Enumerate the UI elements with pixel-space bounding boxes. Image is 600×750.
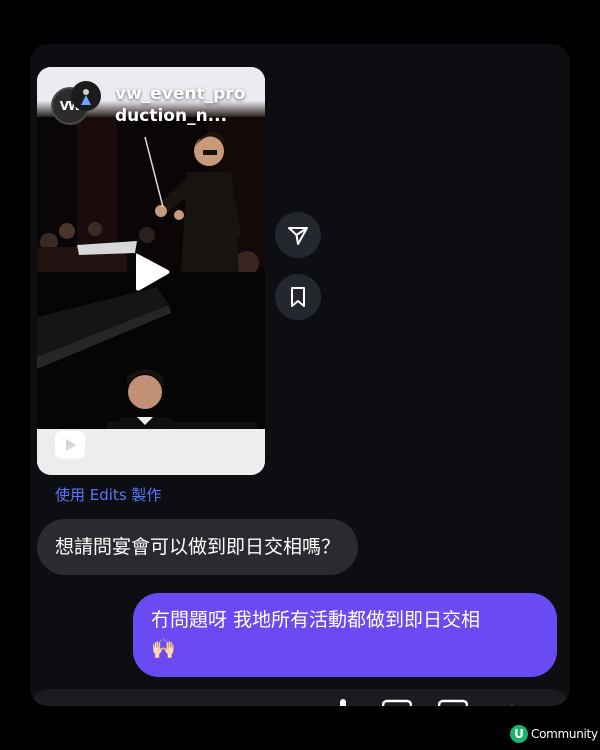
save-button[interactable]: [275, 274, 321, 320]
outgoing-message-bubble[interactable]: 冇問題呀 我地所有活動都做到即日交相 🙌🏻: [133, 593, 557, 677]
music-figure-icon: [81, 89, 91, 105]
u-community-logo: U: [510, 725, 528, 743]
watermark-text: Community: [531, 727, 598, 741]
sticker-icon[interactable]: [438, 699, 468, 706]
bookmark-icon: [291, 287, 305, 307]
message-composer-bar[interactable]: [30, 689, 570, 706]
message-text: 想請問宴會可以做到即日交相嗎？: [55, 536, 341, 558]
reel-collab-avatar: [71, 81, 101, 111]
shared-reel-card[interactable]: VW vw_event_production_n...: [37, 67, 265, 475]
chat-thread-panel: VW vw_event_production_n... 使用 Edits 製作 …: [30, 44, 570, 706]
reels-play-icon: [53, 429, 87, 461]
u-community-watermark: U Community: [510, 724, 598, 744]
play-icon[interactable]: [132, 250, 172, 294]
share-paper-plane-icon: [288, 227, 308, 245]
reel-username[interactable]: vw_event_production_n...: [115, 83, 257, 127]
add-icon[interactable]: [498, 699, 526, 706]
photo-icon[interactable]: [382, 699, 412, 706]
message-text: 冇問題呀 我地所有活動都做到即日交相: [151, 609, 481, 631]
share-button[interactable]: [275, 212, 321, 258]
raised-hands-emoji: 🙌🏻: [151, 636, 176, 660]
incoming-message-bubble[interactable]: 想請問宴會可以做到即日交相嗎？: [37, 519, 359, 575]
microphone-icon[interactable]: [335, 699, 351, 706]
made-with-edits-link[interactable]: 使用 Edits 製作: [55, 484, 161, 505]
